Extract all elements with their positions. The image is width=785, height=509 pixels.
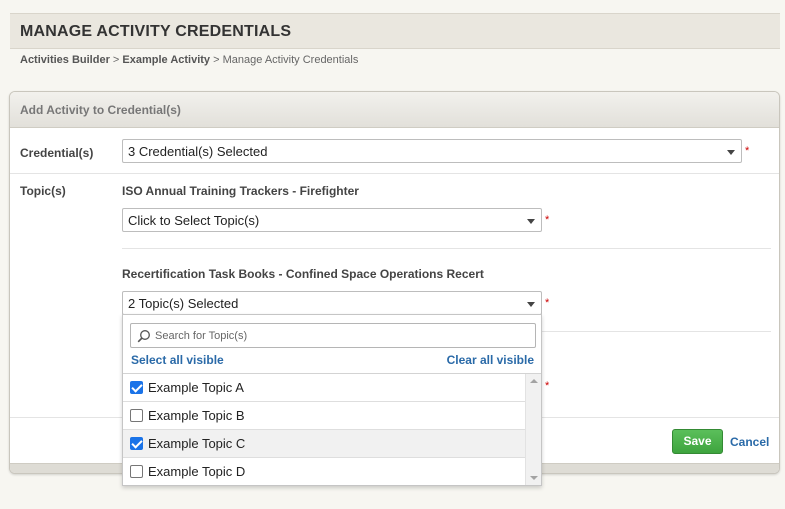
option-checkbox[interactable] (130, 437, 143, 450)
option-checkbox[interactable] (130, 409, 143, 422)
topic-option-list: Example Topic A Example Topic B Example … (123, 373, 541, 485)
topic-select-value: 2 Topic(s) Selected (128, 296, 239, 311)
page-title: MANAGE ACTIVITY CREDENTIALS (20, 23, 292, 40)
search-icon (137, 330, 150, 343)
list-item[interactable]: Example Topic A (123, 374, 525, 402)
required-marker: * (545, 297, 550, 309)
panel-header: Add Activity to Credential(s) (10, 92, 779, 128)
topic-group-title: ISO Annual Training Trackers - Firefight… (122, 184, 359, 198)
required-marker: * (545, 380, 550, 392)
option-label: Example Topic A (148, 380, 244, 395)
scroll-down-arrow-icon[interactable] (530, 476, 538, 480)
credentials-select-value: 3 Credential(s) Selected (128, 144, 268, 159)
option-checkbox[interactable] (130, 381, 143, 394)
required-marker: * (545, 214, 550, 226)
scroll-up-arrow-icon[interactable] (530, 379, 538, 383)
topic-group-title: Recertification Task Books - Confined Sp… (122, 267, 484, 281)
topic-dropdown: Search for Topic(s) Select all visible C… (122, 314, 542, 486)
option-label: Example Topic C (148, 436, 246, 451)
topics-label: Topic(s) (20, 184, 66, 198)
option-checkbox[interactable] (130, 465, 143, 478)
option-label: Example Topic B (148, 408, 245, 423)
topic-select-iso[interactable]: Click to Select Topic(s) (122, 208, 542, 232)
breadcrumb: Activities Builder > Example Activity > … (20, 54, 358, 66)
chevron-down-icon (727, 150, 735, 155)
breadcrumb-separator: > (112, 54, 120, 66)
scrollbar[interactable] (525, 374, 541, 485)
list-item[interactable]: Example Topic C (123, 430, 525, 458)
topic-select-recert[interactable]: 2 Topic(s) Selected (122, 291, 542, 315)
search-placeholder: Search for Topic(s) (155, 330, 248, 342)
select-all-visible-link[interactable]: Select all visible (131, 353, 224, 367)
option-label: Example Topic D (148, 464, 246, 479)
breadcrumb-separator: > (213, 54, 220, 66)
list-item[interactable]: Example Topic B (123, 402, 525, 430)
group-divider (122, 248, 771, 249)
page-header: MANAGE ACTIVITY CREDENTIALS (10, 13, 780, 49)
required-marker: * (745, 145, 750, 157)
clear-all-visible-link[interactable]: Clear all visible (447, 353, 534, 367)
breadcrumb-activities-builder[interactable]: Activities Builder (20, 54, 110, 66)
topic-select-value: Click to Select Topic(s) (128, 213, 260, 228)
row-divider (10, 173, 779, 174)
credentials-label: Credential(s) (20, 146, 94, 160)
chevron-down-icon (527, 219, 535, 224)
list-item[interactable]: Example Topic D (123, 458, 525, 485)
credentials-select[interactable]: 3 Credential(s) Selected (122, 139, 742, 163)
panel-title: Add Activity to Credential(s) (20, 103, 181, 117)
save-button[interactable]: Save (672, 429, 723, 454)
search-input[interactable]: Search for Topic(s) (130, 323, 536, 348)
cancel-link[interactable]: Cancel (730, 435, 769, 449)
breadcrumb-current: Manage Activity Credentials (222, 54, 359, 66)
chevron-down-icon (527, 302, 535, 307)
breadcrumb-example-activity[interactable]: Example Activity (122, 54, 210, 66)
